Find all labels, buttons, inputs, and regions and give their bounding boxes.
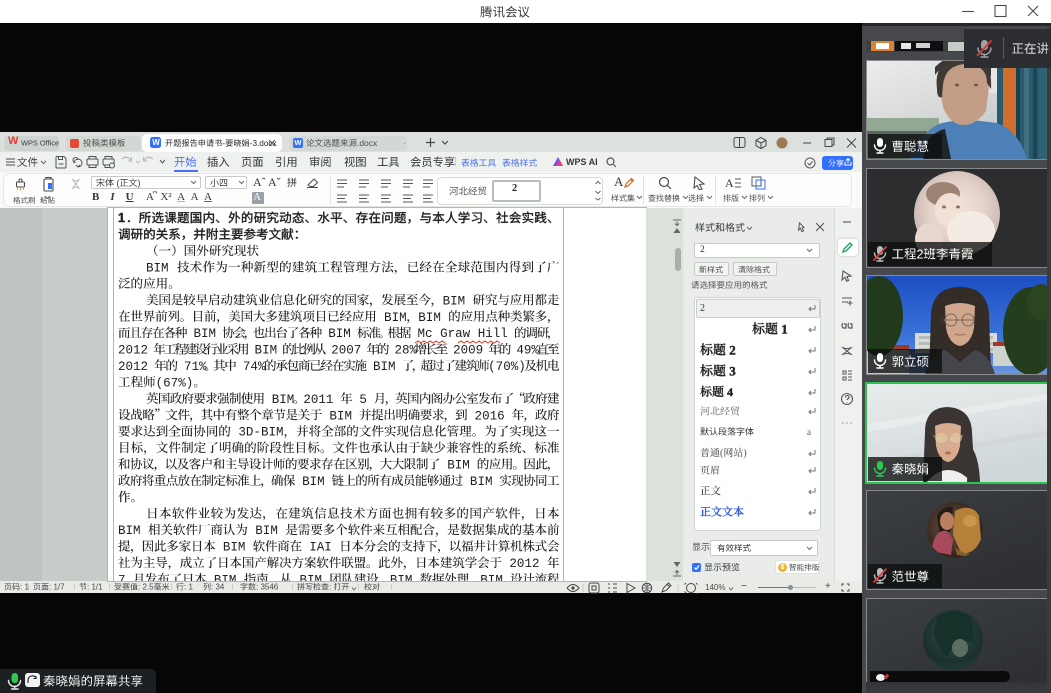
svg-text:A: A	[725, 176, 734, 190]
